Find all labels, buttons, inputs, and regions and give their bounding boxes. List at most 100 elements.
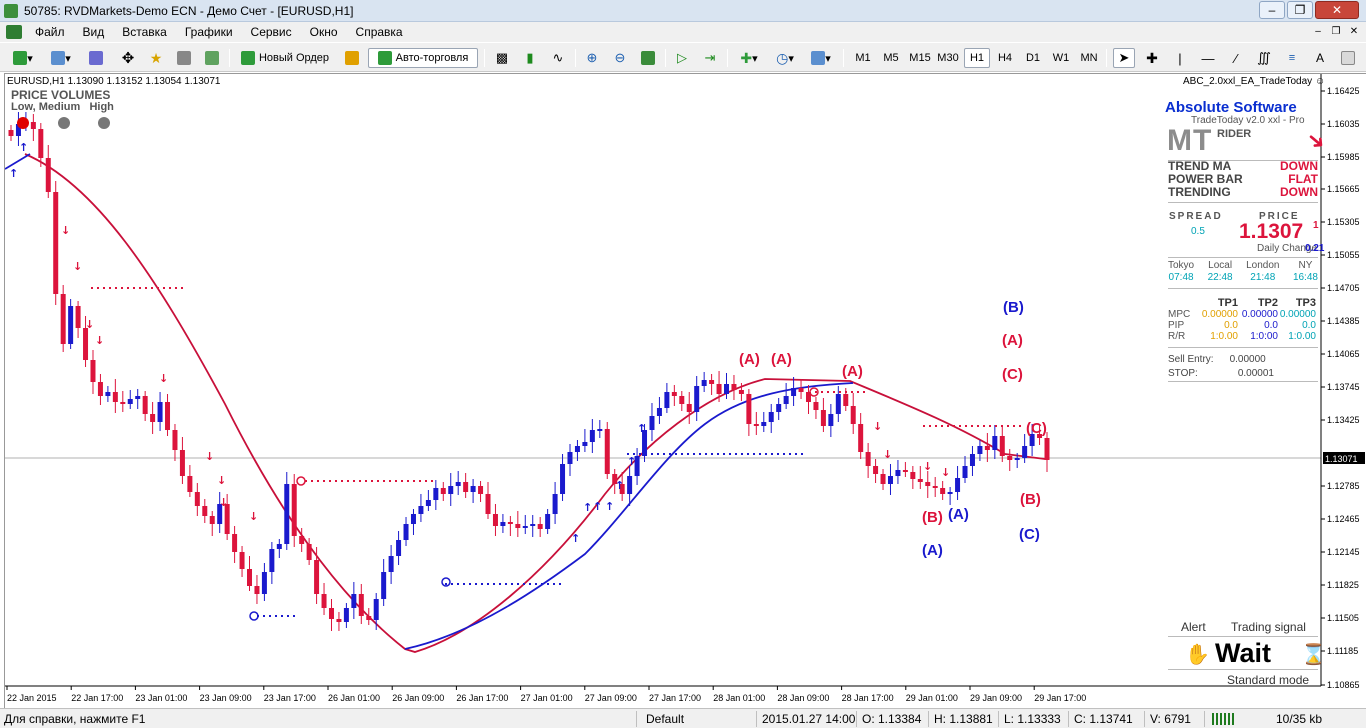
tf-h4[interactable]: H4 <box>992 48 1018 68</box>
chart-window[interactable]: ↓ ↓ ↓ ↓ ↓ ↓ ↓ ↓ ↓ ↓ ↓ ↓ ↓ ↑ ↑ ↑ ↑ ↑ ↑ ↑ ↑ ↑ (A) (A) (A) (B) (A) (C)… <box>4 73 1366 708</box>
buy-arrow: ↑ <box>593 500 602 513</box>
signal-value: Wait <box>1215 638 1271 668</box>
tf-m15[interactable]: M15 <box>906 48 934 68</box>
candle-body <box>835 394 841 414</box>
menu-help[interactable]: Справка <box>347 25 412 39</box>
chart-shift-icon: ⇥ <box>704 50 716 65</box>
tp-header-row: TP1 TP2 TP3 <box>1217 297 1316 309</box>
sell-arrow: ↓ <box>205 450 214 463</box>
tf-m5[interactable]: M5 <box>878 48 904 68</box>
candle-body <box>1044 438 1050 460</box>
candle-body <box>68 306 74 344</box>
vertical-line-tool[interactable]: | <box>1169 48 1191 68</box>
tf-m1[interactable]: M1 <box>850 48 876 68</box>
metaeditor-icon <box>345 51 359 65</box>
new-order-button[interactable]: Новый Ордер <box>236 48 334 68</box>
close-button[interactable]: ✕ <box>1315 1 1359 19</box>
tf-m30[interactable]: M30 <box>934 48 962 68</box>
time-tick-label: 26 Jan 17:00 <box>456 693 508 703</box>
candle-body <box>463 482 469 492</box>
price-chart[interactable]: ↓↓↓↓↓↓↓↓↓↓↓↓ ↓↑↑↑↑ ↑ ↑↑↑↑(A) (A)(A)(B)(A)(C)… <box>5 74 1366 709</box>
chart-window-icon <box>6 25 22 39</box>
candle-body <box>8 130 14 136</box>
status-close: C: 1.13741 <box>1074 712 1133 726</box>
trendline-tool[interactable]: ∕ <box>1225 48 1247 68</box>
tp-table: TP1 TP2 TP3 MPC 0.00000 0.00000 0.00000 … <box>1168 297 1318 343</box>
horizontal-line-tool[interactable]: — <box>1197 48 1219 68</box>
cursor-tool[interactable]: ➤ <box>1113 48 1135 68</box>
price-tick-label: 1.11505 <box>1327 613 1359 623</box>
candle-body <box>1007 456 1013 460</box>
status-datetime: 2015.01.27 14:00 <box>762 712 856 726</box>
time-tick-label: 27 Jan 01:00 <box>521 693 573 703</box>
auto-scroll-button[interactable]: ▷ <box>672 48 692 68</box>
profiles-button[interactable]: ▾ <box>46 48 76 68</box>
tf-w1[interactable]: W1 <box>1048 48 1074 68</box>
sell-arrow: ↓ <box>217 474 226 487</box>
tester-button[interactable] <box>202 48 222 68</box>
candle-body <box>396 540 402 556</box>
auto-trading-icon <box>377 51 392 65</box>
indicators-button[interactable]: ✚ ▾ <box>734 48 764 68</box>
price-tick-label: 1.15305 <box>1327 217 1360 227</box>
menu-file[interactable]: Файл <box>26 25 74 39</box>
fibo-tool[interactable]: ≡ <box>1281 48 1303 68</box>
wave-label: (C) <box>1002 366 1023 383</box>
crosshair-tool[interactable]: ✚ <box>1141 48 1163 68</box>
candle-body <box>932 486 938 488</box>
line-chart-button[interactable]: ∿ <box>548 48 568 68</box>
profiles-icon <box>51 51 66 65</box>
tf-h1[interactable]: H1 <box>964 48 990 68</box>
candle-body <box>507 522 513 524</box>
menu-tools[interactable]: Сервис <box>242 25 301 39</box>
panel-divider-6 <box>1168 381 1318 382</box>
tf-d1[interactable]: D1 <box>1020 48 1046 68</box>
channel-tool[interactable]: ∭ <box>1253 48 1275 68</box>
time-tick-label: 23 Jan 17:00 <box>264 693 316 703</box>
candle-body <box>321 594 327 608</box>
mdi-restore-button[interactable]: ❐ <box>1328 24 1344 40</box>
menu-insert[interactable]: Вставка <box>113 25 176 39</box>
status-high: H: 1.13881 <box>934 712 993 726</box>
wave-label: (A) <box>771 351 792 368</box>
tile-windows-button[interactable] <box>638 48 658 68</box>
candle-body <box>768 412 774 422</box>
wave-label: (A) <box>1002 332 1023 349</box>
zoom-in-button[interactable]: ⊕ <box>582 48 602 68</box>
market-watch-button[interactable] <box>86 48 106 68</box>
time-tick-label: 23 Jan 01:00 <box>135 693 187 703</box>
restore-button[interactable]: ❐ <box>1287 1 1313 19</box>
profile-name: Default <box>646 712 685 726</box>
candle-body <box>969 454 975 466</box>
periods-button[interactable]: ◷ ▾ <box>770 48 800 68</box>
menu-charts[interactable]: Графики <box>176 25 242 39</box>
label-tool[interactable] <box>1337 48 1359 68</box>
candle-body <box>478 486 484 494</box>
text-tool[interactable]: A <box>1309 48 1331 68</box>
candle-body <box>656 408 662 416</box>
favorites-button[interactable]: ★ <box>146 48 166 68</box>
candlestick-button[interactable]: ▮ <box>520 48 540 68</box>
zoom-out-button[interactable]: ⊖ <box>610 48 630 68</box>
trendline-icon: ∕ <box>1234 50 1238 66</box>
crosshair-move-icon: ✥ <box>121 50 135 67</box>
mdi-close-button[interactable]: ✕ <box>1346 24 1362 40</box>
terminal-button[interactable] <box>174 48 194 68</box>
tf-mn[interactable]: MN <box>1076 48 1102 68</box>
navigator-button[interactable]: ✥ <box>118 48 138 68</box>
time-tick-label: 23 Jan 09:00 <box>200 693 252 703</box>
auto-trading-button[interactable]: Авто-торговля <box>368 48 478 68</box>
minimize-button[interactable]: – <box>1259 1 1285 19</box>
menu-view[interactable]: Вид <box>74 25 114 39</box>
bar-chart-button[interactable]: ▩ <box>492 48 512 68</box>
sell-arrow: ↓ <box>85 318 94 331</box>
new-chart-button[interactable]: ▾ <box>8 48 38 68</box>
candle-body <box>873 466 879 474</box>
menu-window[interactable]: Окно <box>301 25 347 39</box>
candle-body <box>179 450 185 476</box>
candle-body <box>45 158 51 192</box>
mdi-minimize-button[interactable]: – <box>1310 24 1326 40</box>
metaeditor-button[interactable] <box>342 48 362 68</box>
chart-shift-button[interactable]: ⇥ <box>700 48 720 68</box>
templates-button[interactable]: ▾ <box>806 48 836 68</box>
